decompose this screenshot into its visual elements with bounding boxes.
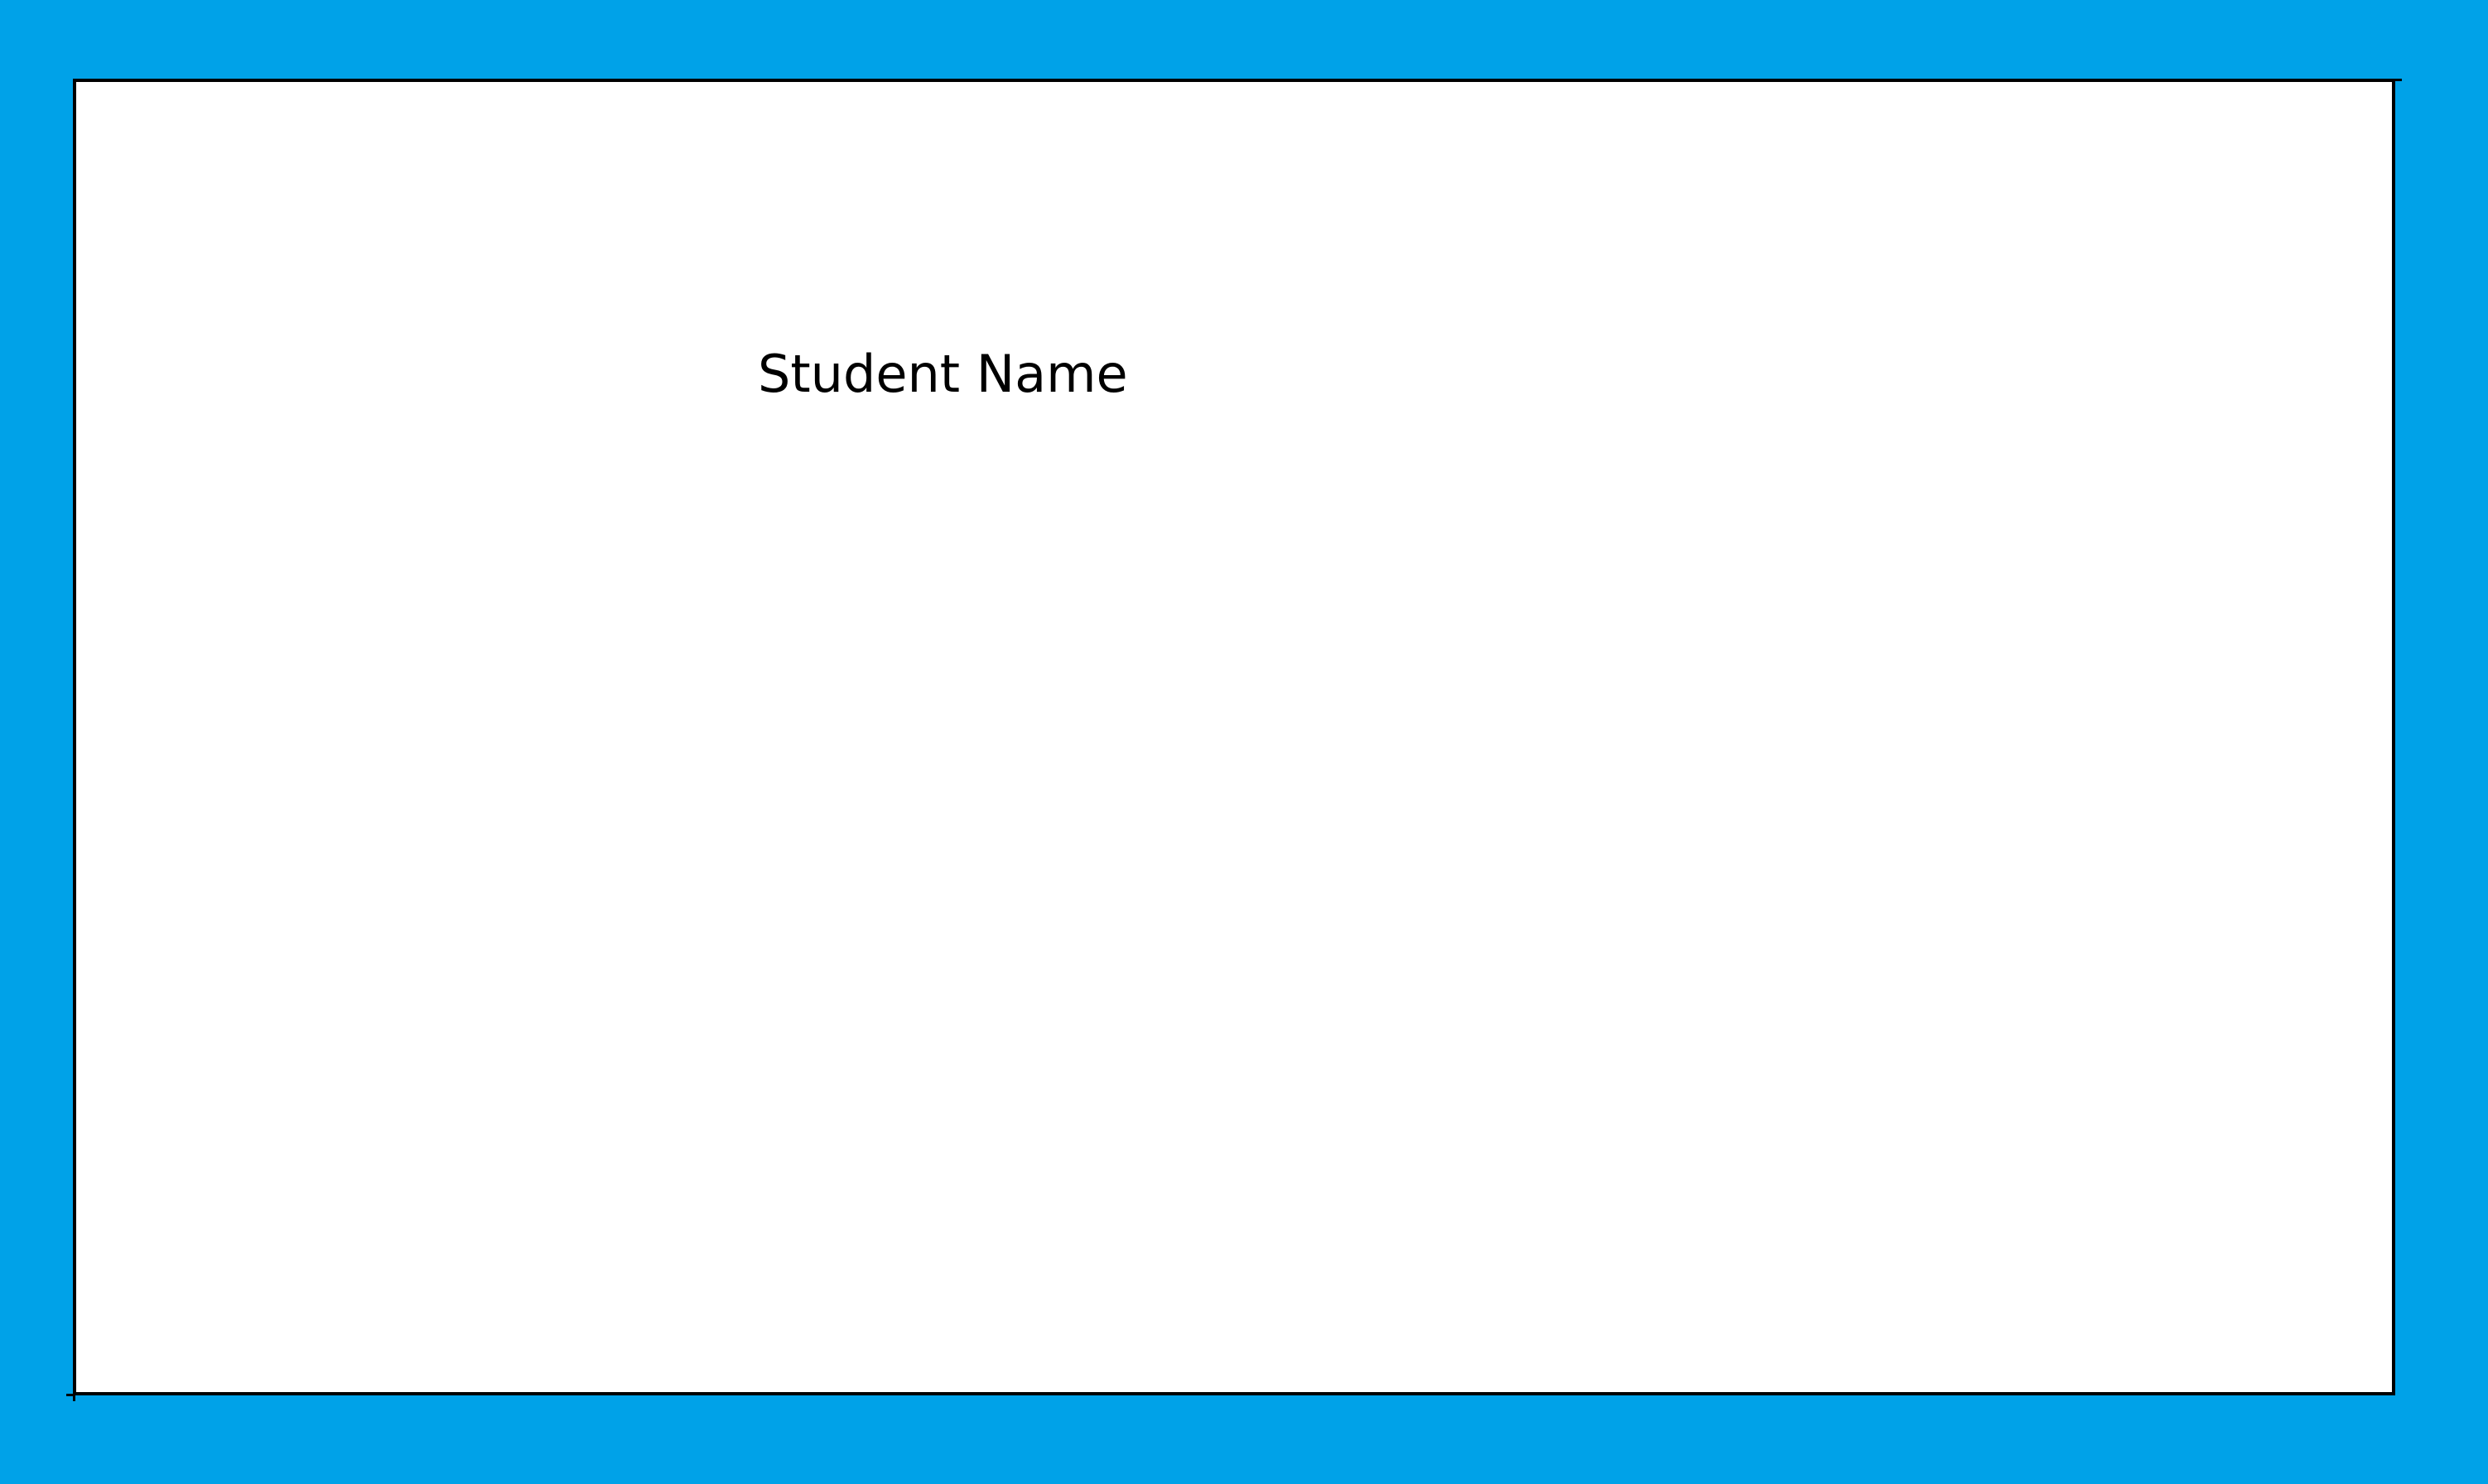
corner-tick xyxy=(2394,79,2402,81)
corner-tick xyxy=(73,1391,75,1401)
card-frame xyxy=(73,79,2395,1395)
student-name-label: Student Name xyxy=(758,344,1128,404)
